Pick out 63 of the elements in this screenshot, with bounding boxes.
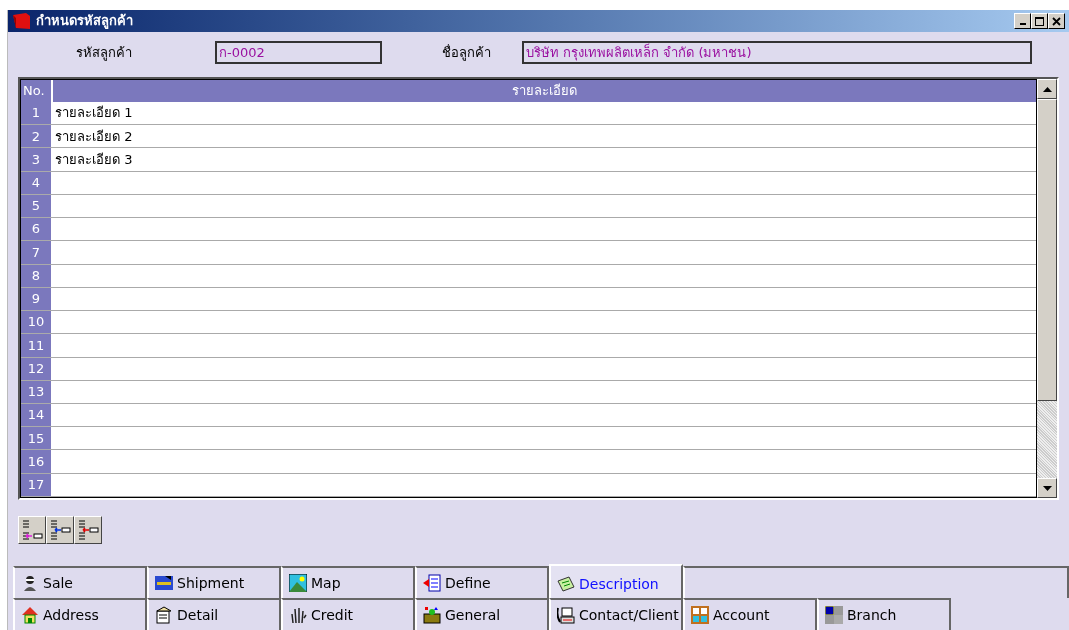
table-cell[interactable]: รายละเอียด 1 [53,101,1036,125]
field-label: รหัสลูกค้า [76,43,133,63]
maximize-icon [1035,16,1044,26]
column-header: รายละเอียด [511,82,578,101]
row-number: 4 [21,171,53,194]
row-number: 14 [21,404,53,427]
down-arrow-icon [1042,485,1052,491]
row-tool-button[interactable] [18,516,46,544]
row-tool-icon [76,518,100,542]
row-number: 5 [21,194,53,218]
close-button[interactable] [1048,13,1065,30]
row-number: 8 [21,264,53,287]
row-tool-icon [48,518,72,542]
row-tool-button[interactable] [74,516,102,544]
landscape-icon [289,574,307,592]
row-tool-icon [20,518,44,542]
window-title: กำหนดรหัสลูกค้า [36,12,133,31]
tab[interactable]: Credit [281,598,415,630]
row-number: 1 [21,101,53,125]
scrollbar[interactable] [1037,79,1057,498]
phone-icon [557,606,575,624]
box-icon [423,606,441,624]
maximize-button[interactable] [1031,13,1048,30]
row-number: 2 [21,125,53,148]
folder-icon [12,12,32,31]
house-icon [21,606,39,624]
tab[interactable]: Account [683,598,817,630]
row-tool-button[interactable] [46,516,74,544]
tab[interactable]: Map [281,566,415,598]
tab[interactable]: Address [13,598,147,630]
row-number: 7 [21,241,53,264]
table-icon [825,606,843,624]
field-label: ชื่อลูกค้า [442,43,492,63]
ship-icon [155,574,173,592]
code-field[interactable]: ก-0002 [215,41,382,65]
row-number: 16 [21,450,53,473]
table-cell[interactable]: รายละเอียด 3 [53,148,1036,171]
tab[interactable]: Sale [13,566,147,598]
minimize-button[interactable] [1014,13,1031,30]
row-number: 15 [21,427,53,450]
document-icon [155,606,173,624]
row-number: 6 [21,218,53,241]
grid-icon [691,606,709,624]
row-number: 13 [21,380,53,403]
list-icon [423,574,441,592]
tab[interactable]: Define [415,566,549,598]
row-number: 11 [21,334,53,357]
row-number: 3 [21,148,53,171]
row-number: 9 [21,287,53,311]
row-number: 12 [21,357,53,380]
tab[interactable]: Description [549,564,683,598]
tab[interactable]: Branch [817,598,951,630]
tab[interactable]: Contact/Client [549,598,683,630]
tab[interactable]: Detail [147,598,281,630]
up-arrow-icon [1042,86,1052,92]
row-number: 10 [21,311,53,334]
close-icon [1052,16,1061,26]
name-field[interactable]: บริษัท กรุงเทพผลิตเหล็ก จำกัด (มหาชน) [522,41,1032,65]
note-icon [557,575,575,593]
table-cell[interactable]: รายละเอียด 2 [53,125,1036,148]
tab[interactable]: Shipment [147,566,281,598]
row-number: 17 [21,473,53,496]
tab[interactable]: General [415,598,549,630]
